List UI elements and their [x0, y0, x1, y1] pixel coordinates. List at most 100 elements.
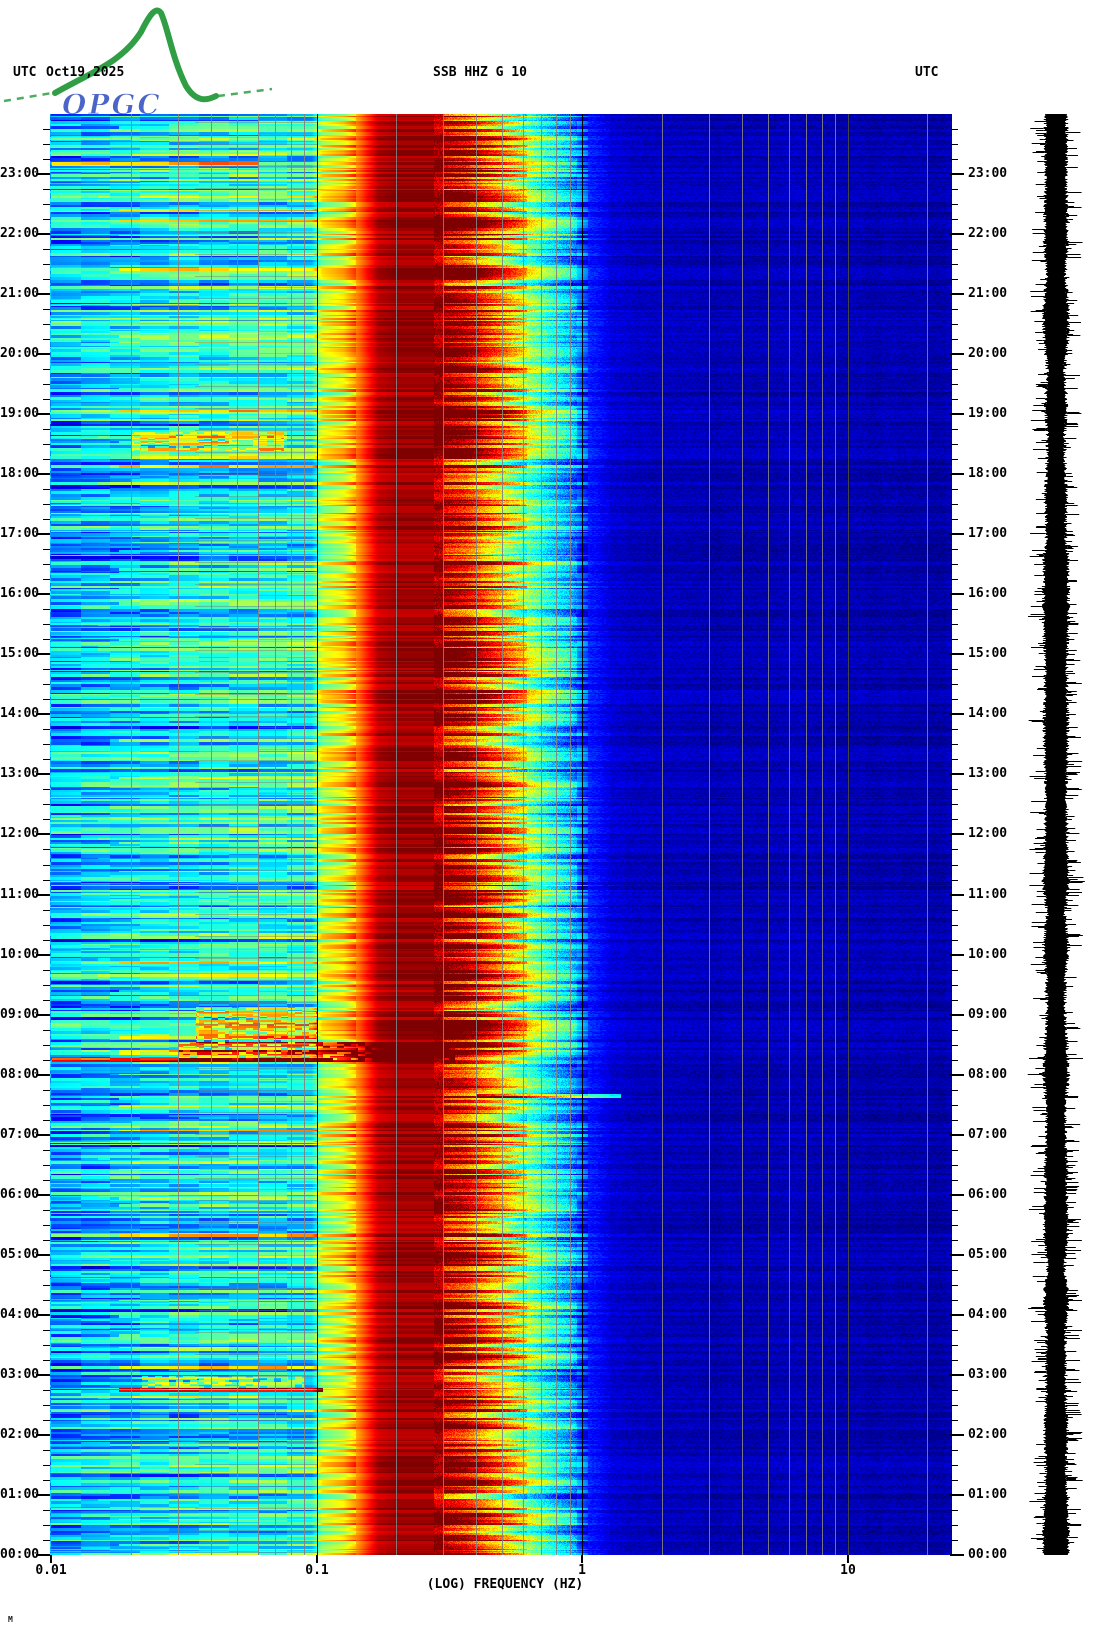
- time-tick-minor-left: [43, 985, 50, 986]
- time-label-left: 00:00: [0, 1547, 40, 1562]
- time-tick-minor-left: [43, 1030, 50, 1031]
- time-label-right: 10:00: [968, 947, 1008, 962]
- time-tick-minor-left: [43, 1150, 50, 1151]
- time-tick-minor-left: [43, 504, 50, 505]
- time-tick-minor-right: [951, 804, 958, 805]
- time-tick-minor-left: [43, 1300, 50, 1301]
- time-label-left: 08:00: [0, 1067, 40, 1082]
- time-tick-minor-right: [951, 1240, 958, 1241]
- time-tick-major-right: [950, 1194, 964, 1196]
- time-tick-major-right: [950, 954, 964, 956]
- freq-tick-label: 1: [578, 1563, 586, 1578]
- time-tick-minor-left: [43, 1390, 50, 1391]
- time-label-left: 01:00: [0, 1487, 40, 1502]
- time-tick-minor-left: [43, 639, 50, 640]
- time-label-left: 16:00: [0, 586, 40, 601]
- time-tick-minor-left: [43, 1465, 50, 1466]
- corner-mark: M: [8, 1615, 13, 1624]
- time-label-right: 23:00: [968, 166, 1008, 181]
- time-tick-minor-right: [951, 1525, 958, 1526]
- time-label-right: 11:00: [968, 887, 1008, 902]
- time-label-right: 01:00: [968, 1487, 1008, 1502]
- time-tick-minor-left: [43, 940, 50, 941]
- time-tick-minor-right: [951, 985, 958, 986]
- time-tick-minor-right: [951, 819, 958, 820]
- time-label-left: 14:00: [0, 706, 40, 721]
- time-tick-minor-right: [951, 1030, 958, 1031]
- time-label-left: 05:00: [0, 1247, 40, 1262]
- time-label-left: 15:00: [0, 646, 40, 661]
- freq-tick-label: 10: [840, 1563, 856, 1578]
- time-tick-minor-left: [43, 564, 50, 565]
- time-label-left: 09:00: [0, 1007, 40, 1022]
- time-label-right: 22:00: [968, 226, 1008, 241]
- time-tick-minor-left: [43, 910, 50, 911]
- time-tick-minor-right: [951, 1270, 958, 1271]
- time-label-left: 12:00: [0, 826, 40, 841]
- logo-baseline-right: [217, 87, 273, 98]
- time-tick-minor-left: [43, 1405, 50, 1406]
- time-tick-major-right: [950, 1014, 964, 1016]
- time-tick-minor-left: [43, 1000, 50, 1001]
- time-tick-minor-right: [951, 1540, 958, 1541]
- time-tick-minor-left: [43, 519, 50, 520]
- time-tick-minor-left: [43, 624, 50, 625]
- time-label-right: 04:00: [968, 1307, 1008, 1322]
- time-tick-minor-left: [43, 1240, 50, 1241]
- time-tick-minor-left: [43, 1120, 50, 1121]
- time-tick-minor-left: [43, 1225, 50, 1226]
- time-tick-minor-left: [43, 144, 50, 145]
- time-label-right: 00:00: [968, 1547, 1008, 1562]
- time-tick-minor-left: [43, 549, 50, 550]
- date-label: Oct19,2025: [46, 65, 125, 80]
- time-tick-major-right: [950, 1554, 964, 1556]
- time-tick-minor-left: [43, 970, 50, 971]
- time-tick-minor-left: [43, 264, 50, 265]
- time-tick-minor-right: [951, 699, 958, 700]
- time-tick-minor-left: [43, 1180, 50, 1181]
- time-tick-minor-left: [43, 819, 50, 820]
- time-tick-major-right: [950, 773, 964, 775]
- time-tick-minor-right: [951, 1450, 958, 1451]
- time-tick-minor-left: [43, 744, 50, 745]
- time-label-left: 17:00: [0, 526, 40, 541]
- time-tick-minor-left: [43, 129, 50, 130]
- time-tick-minor-left: [43, 804, 50, 805]
- time-tick-minor-left: [43, 249, 50, 250]
- time-tick-major-right: [950, 413, 964, 415]
- seismogram-trace: [1021, 114, 1091, 1555]
- time-tick-minor-left: [43, 489, 50, 490]
- time-tick-minor-left: [43, 865, 50, 866]
- time-tick-minor-right: [951, 309, 958, 310]
- freq-tick-label: 0.01: [35, 1563, 67, 1578]
- time-label-right: 12:00: [968, 826, 1008, 841]
- time-tick-minor-right: [951, 1090, 958, 1091]
- time-tick-minor-right: [951, 444, 958, 445]
- time-tick-minor-right: [951, 369, 958, 370]
- time-tick-minor-right: [951, 339, 958, 340]
- time-label-right: 13:00: [968, 766, 1008, 781]
- time-tick-minor-right: [951, 1000, 958, 1001]
- time-tick-minor-left: [43, 1285, 50, 1286]
- time-tick-minor-left: [43, 339, 50, 340]
- time-tick-minor-right: [951, 940, 958, 941]
- time-tick-minor-right: [951, 880, 958, 881]
- time-tick-minor-right: [951, 204, 958, 205]
- time-tick-minor-right: [951, 144, 958, 145]
- time-tick-minor-right: [951, 1285, 958, 1286]
- plot-title: SSB HHZ G 10: [433, 65, 527, 80]
- time-label-right: 03:00: [968, 1367, 1008, 1382]
- time-tick-major-right: [950, 833, 964, 835]
- time-tick-minor-left: [43, 204, 50, 205]
- time-label-left: 18:00: [0, 466, 40, 481]
- time-tick-major-right: [950, 713, 964, 715]
- time-tick-minor-right: [951, 1465, 958, 1466]
- time-tick-minor-left: [43, 699, 50, 700]
- time-tick-minor-left: [43, 1510, 50, 1511]
- time-label-right: 06:00: [968, 1187, 1008, 1202]
- time-tick-major-right: [950, 1074, 964, 1076]
- time-tick-minor-left: [43, 729, 50, 730]
- time-label-right: 21:00: [968, 286, 1008, 301]
- time-tick-minor-left: [43, 1330, 50, 1331]
- time-tick-minor-right: [951, 519, 958, 520]
